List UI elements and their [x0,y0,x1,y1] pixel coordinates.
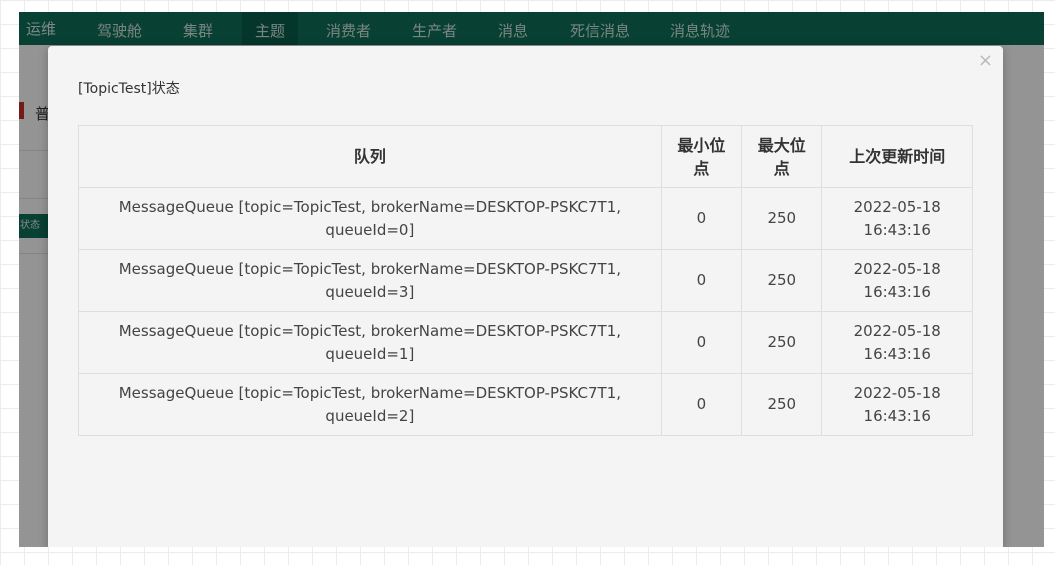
cell-queue: MessageQueue [topic=TopicTest, brokerNam… [78,187,662,250]
table-row: MessageQueue [topic=TopicTest, brokerNam… [78,249,973,312]
cell-queue: MessageQueue [topic=TopicTest, brokerNam… [78,311,662,374]
cell-last-updated: 2022-05-18 16:43:16 [821,187,973,250]
cell-last-updated: 2022-05-18 16:43:16 [821,311,973,374]
table-row: MessageQueue [topic=TopicTest, brokerNam… [78,311,973,374]
cell-max-offset: 250 [741,311,823,374]
dialog-title: [TopicTest]状态 [78,81,180,97]
cell-min-offset: 0 [660,249,743,312]
cell-queue: MessageQueue [topic=TopicTest, brokerNam… [78,249,662,312]
table-row: MessageQueue [topic=TopicTest, brokerNam… [78,187,973,250]
cell-max-offset: 250 [741,373,823,436]
topic-status-dialog: × [TopicTest]状态 队列 最小位点 最大位点 上次更新时间 Mess… [48,46,1003,547]
cell-last-updated: 2022-05-18 16:43:16 [821,249,973,312]
header-last-updated: 上次更新时间 [821,125,973,188]
cell-max-offset: 250 [741,187,823,250]
table-row: MessageQueue [topic=TopicTest, brokerNam… [78,373,973,436]
cell-last-updated: 2022-05-18 16:43:16 [821,373,973,436]
header-max-offset: 最大位点 [741,125,823,188]
app-window: 运维 驾驶舱 集群 主题 消费者 生产者 消息 死信消息 消息轨迹 普 状态 ×… [19,12,1044,547]
table-header-row: 队列 最小位点 最大位点 上次更新时间 [78,125,973,188]
header-queue: 队列 [78,125,662,188]
cell-queue: MessageQueue [topic=TopicTest, brokerNam… [78,373,662,436]
cell-min-offset: 0 [660,373,743,436]
cell-min-offset: 0 [660,311,743,374]
cell-max-offset: 250 [741,249,823,312]
header-min-offset: 最小位点 [660,125,743,188]
close-icon[interactable]: × [978,50,993,71]
cell-min-offset: 0 [660,187,743,250]
queue-status-table: 队列 最小位点 最大位点 上次更新时间 MessageQueue [topic=… [78,125,973,436]
